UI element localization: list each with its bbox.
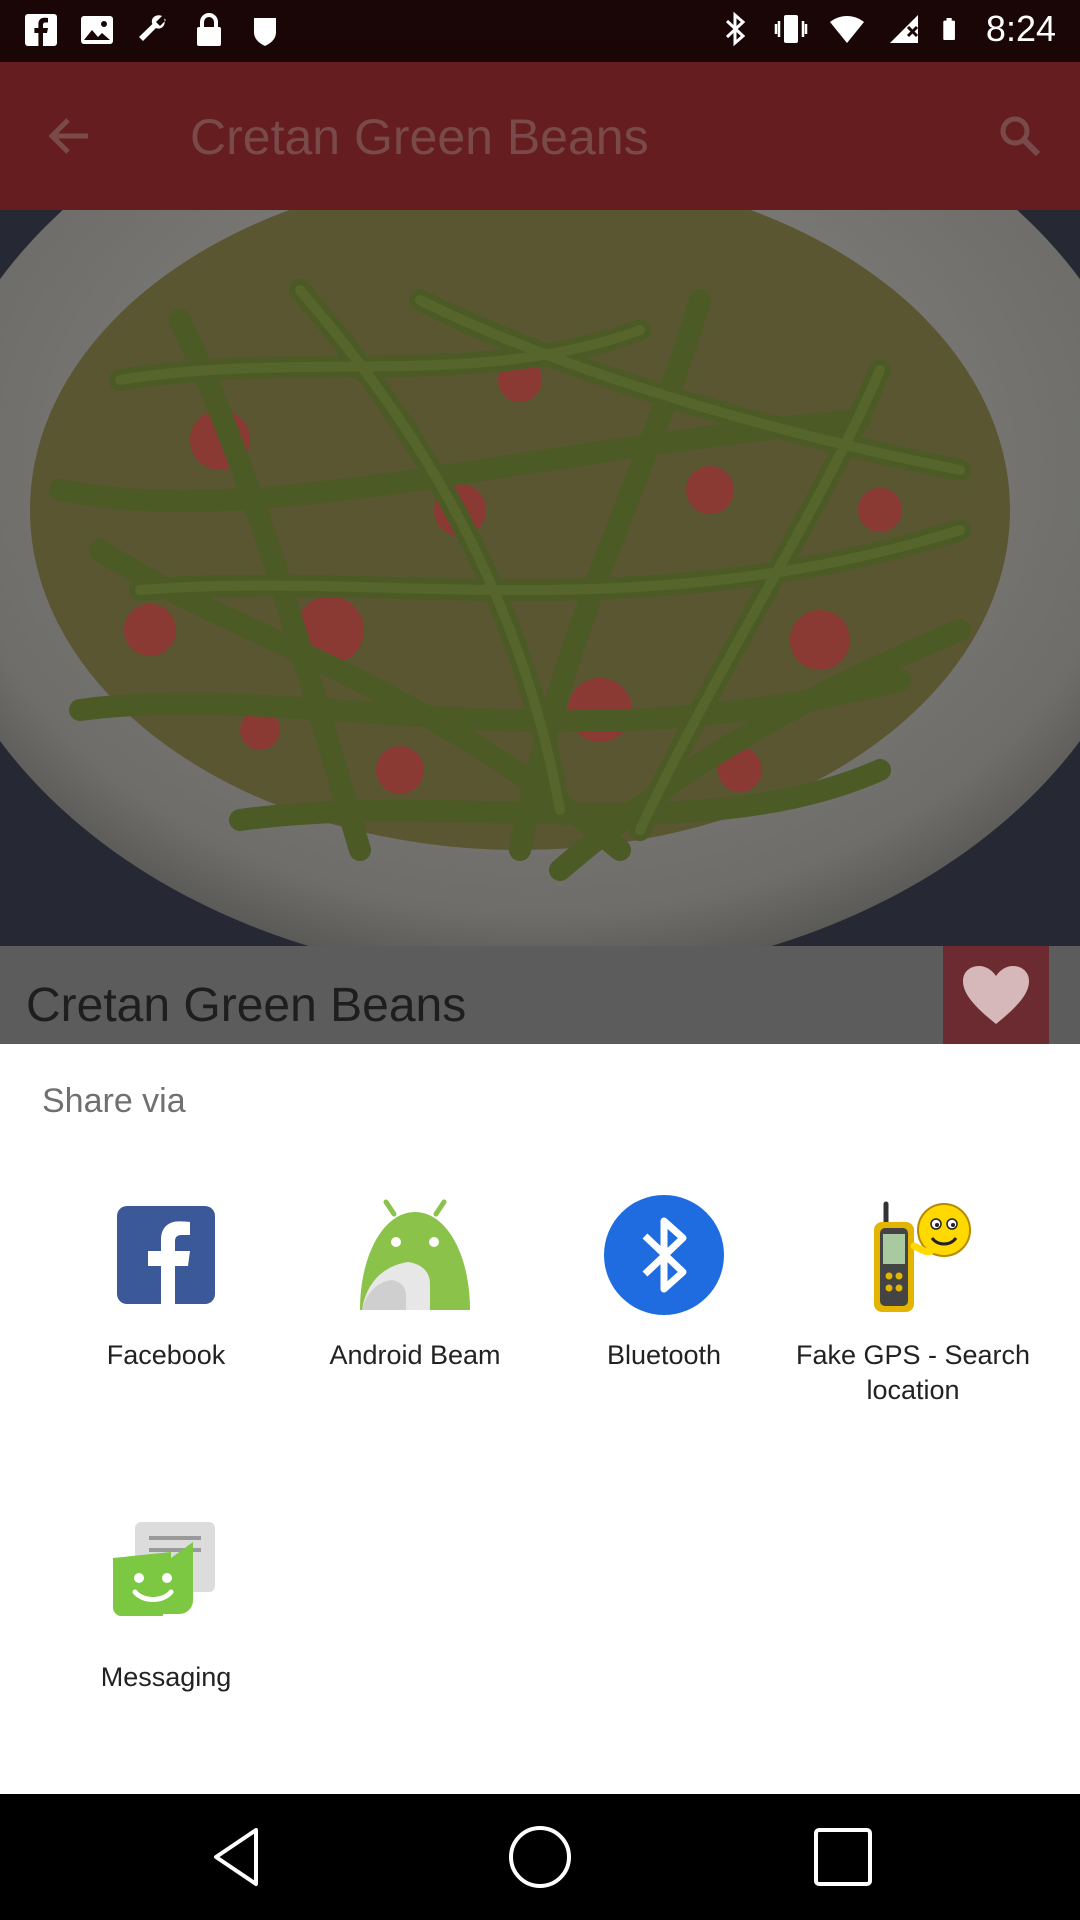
lock-icon [197,13,221,46]
share-app-label: Bluetooth [606,1340,722,1370]
app-bar: Cretan Green Beans [0,62,1080,210]
no-sim-icon [889,15,918,43]
recipe-photo [0,210,1080,946]
share-app-messaging[interactable]: Messaging [41,1516,291,1716]
recipe-name: Cretan Green Beans [26,979,467,1032]
facebook-icon [25,14,57,46]
android-beam-icon [360,1199,470,1310]
page-title: Cretan Green Beans [190,109,649,165]
facebook-icon [117,1206,215,1304]
recents-square-icon[interactable] [808,1822,878,1892]
bluetooth-icon [725,11,746,47]
battery-icon [943,18,955,40]
share-app-facebook[interactable]: Facebook [41,1194,291,1394]
share-sheet-title: Share via [42,1082,186,1120]
share-app-label: Messaging [100,1662,232,1692]
bluetooth-icon [604,1195,724,1315]
status-bar: 8:24 [0,0,1080,62]
image-icon [81,16,113,44]
home-circle-icon[interactable] [505,1822,575,1892]
gps-device-icon [874,1201,971,1312]
share-app-label: Facebook [106,1340,226,1370]
search-icon[interactable] [996,112,1044,160]
share-app-fake-gps[interactable]: Fake GPS - Search location [788,1194,1038,1405]
shield-icon [254,18,276,46]
share-app-label: Fake GPS - Search location [795,1340,1031,1405]
navigation-bar [0,1794,1080,1920]
vibrate-icon [774,15,808,43]
wifi-icon [829,16,864,43]
wrench-icon [139,15,166,42]
share-sheet: Share via Facebook Android Beam Bluetoot… [0,1044,1080,1794]
favorite-button[interactable] [943,946,1049,1044]
status-time: 8:24 [985,8,1056,49]
share-app-label: Android Beam [329,1340,501,1370]
share-app-bluetooth[interactable]: Bluetooth [539,1194,789,1394]
back-triangle-icon[interactable] [202,1822,272,1892]
heart-icon [963,966,1029,1024]
messaging-icon [113,1522,215,1616]
back-arrow-icon[interactable] [44,110,96,162]
share-app-android-beam[interactable]: Android Beam [290,1194,540,1394]
recipe-name-bar: Cretan Green Beans [0,946,1080,1044]
